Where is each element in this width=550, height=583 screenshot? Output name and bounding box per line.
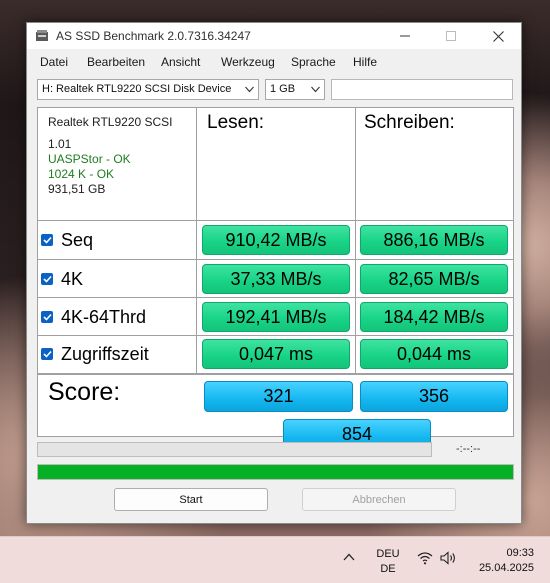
ssd-app-icon <box>36 30 48 41</box>
keyboard-layout: DE <box>380 563 396 575</box>
4k-write-value: 82,65 MB/s <box>360 264 508 294</box>
menu-datei[interactable]: Datei <box>40 55 68 69</box>
chevron-down-icon <box>245 86 254 93</box>
4k-label: 4K <box>61 268 84 289</box>
minimize-button[interactable] <box>382 23 428 49</box>
title-bar[interactable]: AS SSD Benchmark 2.0.7316.34247 <box>27 23 521 49</box>
zugriffszeit-checkbox[interactable] <box>41 348 53 360</box>
minimize-icon <box>400 35 410 37</box>
maximize-button[interactable] <box>428 23 474 49</box>
clock-time: 09:33 <box>506 547 534 559</box>
driver-status: UASPStor - OK <box>48 152 131 166</box>
menu-ansicht[interactable]: Ansicht <box>161 55 200 69</box>
start-button[interactable]: Start <box>114 488 268 511</box>
close-icon <box>492 30 504 42</box>
clock-date: 25.04.2025 <box>478 562 534 574</box>
wifi-icon[interactable] <box>417 551 433 565</box>
window-title: AS SSD Benchmark 2.0.7316.34247 <box>56 29 251 43</box>
checkmark-icon <box>42 350 52 358</box>
grid-divider <box>38 259 513 260</box>
menu-bar: Datei Bearbeiten Ansicht Werkzeug Sprach… <box>27 51 521 71</box>
score-read: 321 <box>204 381 353 412</box>
overall-progress-bar <box>37 464 514 480</box>
4k-64thrd-write-value: 184,42 MB/s <box>360 302 508 332</box>
test-progress-bar <box>37 442 432 457</box>
alignment-status: 1024 K - OK <box>48 167 115 181</box>
test-row-4k-64thrd[interactable]: 4K-64Thrd <box>41 305 146 329</box>
4k-read-value: 37,33 MB/s <box>202 264 350 294</box>
speaker-icon[interactable] <box>440 551 458 565</box>
grid-divider <box>355 108 356 373</box>
checkmark-icon <box>42 236 52 244</box>
menu-werkzeug[interactable]: Werkzeug <box>221 55 275 69</box>
results-panel: Realtek RTL9220 SCSI 1.01 UASPStor - OK … <box>37 107 514 450</box>
seq-write-value: 886,16 MB/s <box>360 225 508 255</box>
device-select[interactable]: H: Realtek RTL9220 SCSI Disk Device <box>37 79 259 100</box>
menu-sprache[interactable]: Sprache <box>291 55 336 69</box>
grid-divider <box>38 297 513 298</box>
checkmark-icon <box>42 313 52 321</box>
chevron-up-icon[interactable] <box>343 553 355 561</box>
4k-checkbox[interactable] <box>41 273 53 285</box>
test-row-4k[interactable]: 4K <box>41 267 83 291</box>
close-button[interactable] <box>475 23 521 49</box>
zugriffszeit-read-value: 0,047 ms <box>202 339 350 369</box>
seq-read-value: 910,42 MB/s <box>202 225 350 255</box>
abort-button[interactable]: Abbrechen <box>302 488 456 511</box>
score-write: 356 <box>360 381 508 412</box>
as-ssd-window: AS SSD Benchmark 2.0.7316.34247 Datei Be… <box>26 22 522 524</box>
language-indicator[interactable]: DEU DE <box>376 547 400 577</box>
device-firmware: 1.01 <box>48 137 72 151</box>
write-column-header: Schreiben: <box>364 112 455 133</box>
score-label: Score: <box>48 378 121 406</box>
grid-divider <box>38 220 513 221</box>
menu-hilfe[interactable]: Hilfe <box>353 55 377 69</box>
chevron-down-icon <box>311 86 320 93</box>
zugriffszeit-write-value: 0,044 ms <box>360 339 508 369</box>
4k-64thrd-label: 4K-64Thrd <box>61 306 147 327</box>
device-name: Realtek RTL9220 SCSI <box>48 115 173 129</box>
seq-label: Seq <box>61 229 94 250</box>
device-select-value: H: Realtek RTL9220 SCSI Disk Device <box>42 83 232 95</box>
checkmark-icon <box>42 275 52 283</box>
system-clock[interactable]: 09:33 25.04.2025 <box>468 546 534 576</box>
grid-divider <box>38 335 513 336</box>
device-info: Realtek RTL9220 SCSI 1.01 UASPStor - OK … <box>48 115 173 197</box>
test-row-seq[interactable]: Seq <box>41 228 93 252</box>
test-row-zugriffszeit[interactable]: Zugriffszeit <box>41 342 149 366</box>
progress-fill <box>38 465 513 479</box>
4k-64thrd-checkbox[interactable] <box>41 311 53 323</box>
extra-field[interactable] <box>331 79 513 100</box>
grid-divider <box>196 108 197 373</box>
read-column-header: Lesen: <box>207 112 265 133</box>
size-select-value: 1 GB <box>270 83 296 95</box>
4k-64thrd-read-value: 192,41 MB/s <box>202 302 350 332</box>
elapsed-time: -:--:-- <box>456 443 481 455</box>
language-code: DEU <box>376 548 400 560</box>
grid-divider <box>38 373 513 375</box>
menu-bearbeiten[interactable]: Bearbeiten <box>87 55 145 69</box>
maximize-icon <box>446 31 456 41</box>
seq-checkbox[interactable] <box>41 234 53 246</box>
size-select[interactable]: 1 GB <box>265 79 325 100</box>
device-capacity: 931,51 GB <box>48 182 106 196</box>
zugriffszeit-label: Zugriffszeit <box>61 343 149 364</box>
taskbar: DEU DE 09:33 25.04.2025 <box>0 536 550 583</box>
